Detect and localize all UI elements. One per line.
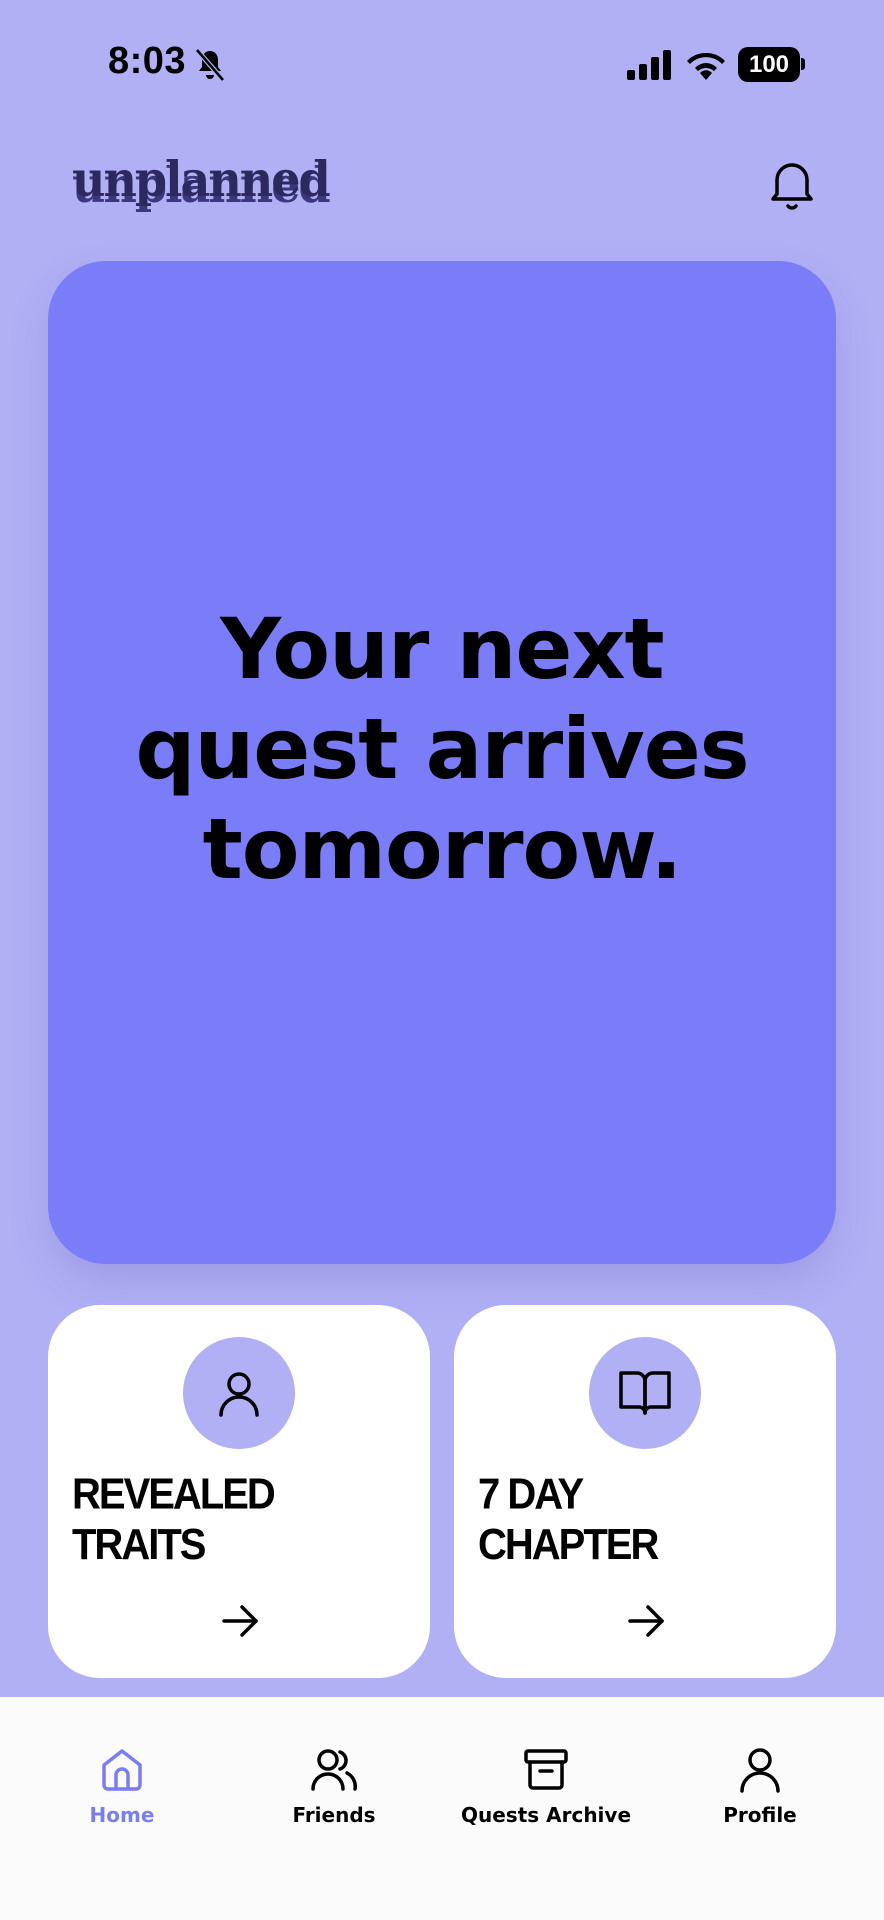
next-quest-card: Your next quest arrives tomorrow. [48, 261, 836, 1264]
home-icon [102, 1749, 142, 1791]
book-icon [619, 1371, 671, 1415]
nav-label: Home [89, 1803, 155, 1827]
nav-label: Profile [723, 1803, 797, 1827]
battery-icon: 100 [738, 47, 806, 82]
revealed-traits-card[interactable]: REVEALED TRAITS [48, 1305, 430, 1678]
friends-icon [311, 1749, 357, 1791]
app-logo: unplanned [72, 150, 331, 208]
archive-icon [524, 1749, 568, 1790]
card-icon-circle [183, 1337, 295, 1449]
profile-icon [740, 1748, 780, 1793]
nav-quests-archive[interactable]: Quests Archive [446, 1745, 646, 1827]
wifi-icon [687, 52, 725, 80]
signal-icon [627, 50, 671, 80]
nav-friends[interactable]: Friends [234, 1745, 434, 1827]
nav-home[interactable]: Home [22, 1745, 222, 1827]
bottom-nav: Home Friends Quests Archive Profile [0, 1697, 884, 1920]
bell-icon[interactable] [762, 154, 822, 214]
status-bar: 8:03 100 [0, 0, 884, 130]
person-icon [219, 1372, 259, 1417]
card-title: 7 DAY CHAPTER [478, 1470, 659, 1570]
bell-muted-icon [195, 48, 225, 82]
nav-label: Friends [292, 1803, 376, 1827]
next-quest-message: Your next quest arrives tomorrow. [135, 599, 749, 898]
nav-profile[interactable]: Profile [660, 1745, 860, 1827]
card-title: REVEALED TRAITS [72, 1470, 276, 1570]
seven-day-chapter-card[interactable]: 7 DAY CHAPTER [454, 1305, 836, 1678]
battery-level: 100 [738, 47, 800, 82]
arrow-right-icon[interactable] [624, 1599, 668, 1643]
card-icon-circle [589, 1337, 701, 1449]
status-time: 8:03 [108, 40, 187, 82]
arrow-right-icon[interactable] [218, 1599, 262, 1643]
nav-label: Quests Archive [460, 1803, 632, 1827]
